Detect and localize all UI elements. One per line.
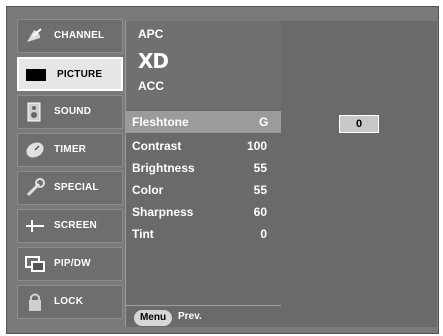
menu-item-value: 100 [246, 139, 267, 153]
monitor-icon [25, 65, 47, 85]
menu-item-label: Color [132, 183, 164, 197]
sidebar-item-channel[interactable]: CHANNEL [17, 19, 123, 53]
sidebar-item-lock[interactable]: LOCK [17, 285, 123, 319]
wrench-icon [24, 178, 46, 198]
picture-mode-block: APC XD ACC [126, 21, 281, 109]
menu-item-xd[interactable]: XD [138, 49, 169, 73]
sidebar-item-sound[interactable]: SOUND [17, 95, 123, 129]
menu-item-label: Brightness [132, 161, 195, 175]
sidebar-item-label: SPECIAL [54, 182, 99, 193]
sidebar-item-label: PICTURE [57, 69, 103, 80]
crosshair-icon [24, 216, 46, 236]
menu-item-contrast[interactable]: Contrast 100 [126, 135, 281, 157]
padlock-icon [24, 292, 46, 312]
navigation-hint-bar: Menu Prev. [126, 305, 281, 328]
menu-item-label: Tint [132, 227, 154, 241]
fleshtone-value-box[interactable]: 0 [339, 115, 379, 133]
menu-item-value: 55 [253, 161, 267, 175]
fleshtone-mode-value: G [259, 115, 269, 129]
menu-item-value: 55 [253, 183, 267, 197]
menu-button[interactable]: Menu [134, 310, 172, 326]
sidebar-item-picture[interactable]: PICTURE [17, 57, 123, 91]
menu-item-color[interactable]: Color 55 [126, 179, 281, 201]
sidebar-item-label: LOCK [54, 296, 84, 307]
sidebar-item-screen[interactable]: SCREEN [17, 209, 123, 243]
clock-icon [24, 140, 46, 160]
menu-item-label: Sharpness [132, 205, 194, 219]
sidebar-item-special[interactable]: SPECIAL [17, 171, 123, 205]
menu-item-value: 60 [253, 205, 267, 219]
menu-item-fleshtone[interactable]: Fleshtone G [126, 111, 281, 133]
menu-item-acc[interactable]: ACC [138, 79, 164, 93]
satellite-dish-icon [24, 26, 46, 46]
menu-item-tint[interactable]: Tint 0 [126, 223, 281, 245]
adjustment-panel: 0 [281, 21, 437, 327]
main-menu-sidebar: CHANNEL PICTURE SOUND TIMER SPECIAL SCRE… [17, 19, 123, 331]
sidebar-item-label: PIP/DW [54, 258, 91, 269]
sidebar-item-label: TIMER [54, 144, 87, 155]
sidebar-item-label: SOUND [54, 106, 92, 117]
menu-item-label: Contrast [132, 139, 182, 153]
menu-item-sharpness[interactable]: Sharpness 60 [126, 201, 281, 223]
sidebar-item-pip-dw[interactable]: PIP/DW [17, 247, 123, 281]
fleshtone-label: Fleshtone [132, 115, 189, 129]
sidebar-item-label: SCREEN [54, 220, 97, 231]
prev-label: Prev. [178, 311, 202, 322]
menu-item-apc[interactable]: APC [138, 27, 163, 41]
pip-windows-icon [24, 254, 46, 274]
sidebar-item-timer[interactable]: TIMER [17, 133, 123, 167]
sidebar-item-label: CHANNEL [54, 30, 105, 41]
tv-osd-screen: CHANNEL PICTURE SOUND TIMER SPECIAL SCRE… [6, 6, 439, 334]
menu-item-brightness[interactable]: Brightness 55 [126, 157, 281, 179]
menu-item-value: 0 [260, 227, 267, 241]
speaker-icon [24, 102, 46, 122]
picture-submenu: APC XD ACC Fleshtone G Contrast 100 Brig… [125, 21, 282, 327]
